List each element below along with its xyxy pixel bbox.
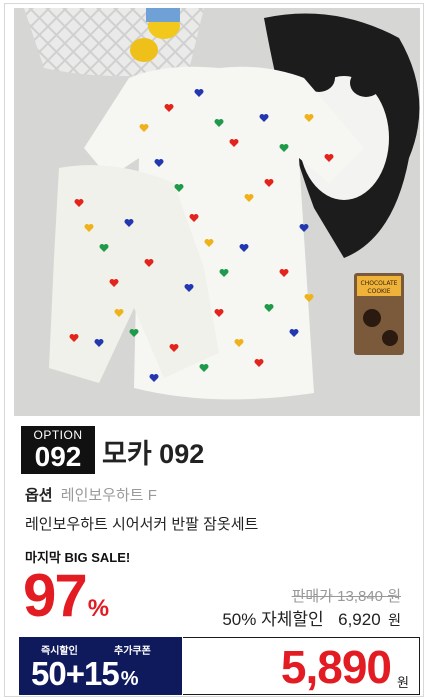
option-badge: OPTION 092	[21, 426, 95, 474]
coupon-combo: 50+15%	[31, 655, 139, 693]
svg-text:COOKIE: COOKIE	[367, 288, 390, 295]
coupon-badge[interactable]: 즉시할인 추가쿠폰 50+15%	[19, 637, 182, 695]
original-price: 판매가 13,840 원	[291, 588, 401, 605]
sale-percent-symbol: %	[87, 595, 110, 622]
product-photo[interactable]: CHOCOLATE COOKIE	[14, 8, 420, 416]
final-price-box: 5,890 원	[183, 637, 420, 695]
final-price-unit: 원	[397, 675, 409, 690]
sale-percent-value: 97	[23, 562, 88, 629]
option-label: OPTION	[33, 428, 83, 442]
product-card[interactable]: CHOCOLATE COOKIE OPTION 092 모카 092 옵션 레인…	[4, 3, 424, 697]
discount-unit: 원	[388, 612, 401, 628]
discount-label: 50% 자체할인	[222, 610, 324, 629]
product-description: 레인보우하트 시어서커 반팔 잠옷세트	[25, 516, 259, 533]
coupon-combo-value: 50+15	[31, 655, 120, 692]
final-price: 5,890	[280, 641, 392, 693]
coupon-combo-symbol: %	[120, 668, 139, 690]
sale-percent: 97%	[23, 564, 109, 628]
option-number: 092	[34, 441, 82, 472]
svg-text:CHOCOLATE: CHOCOLATE	[361, 280, 398, 287]
product-title[interactable]: 모카 092	[102, 432, 204, 471]
option-row: 옵션 레인보우하트 F	[25, 484, 157, 505]
option-value: 레인보우하트 F	[60, 487, 157, 504]
discount-price: 6,920	[338, 610, 381, 629]
discount-row: 50% 자체할인 6,920 원	[222, 605, 401, 630]
option-key: 옵션	[25, 487, 53, 504]
